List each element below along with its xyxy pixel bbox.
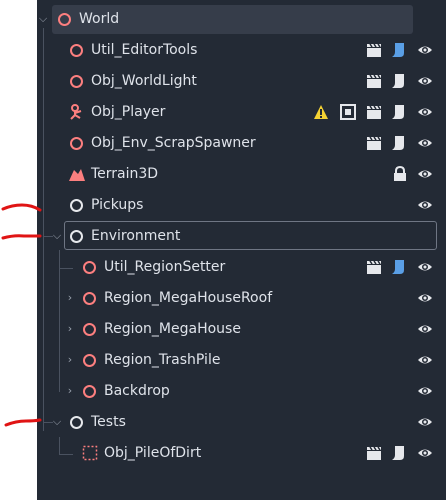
eye-icon[interactable] <box>417 197 433 213</box>
expand-arrow-icon[interactable]: ⌵ <box>37 13 49 25</box>
eye-icon[interactable] <box>417 42 433 58</box>
clapperboard-icon[interactable] <box>366 445 382 461</box>
node-icon <box>69 415 85 431</box>
node-label: Environment <box>91 228 181 244</box>
node-label: World <box>79 11 120 27</box>
tree-row-util-regionsetter[interactable]: Util_RegionSetter <box>37 253 446 281</box>
clapperboard-icon[interactable] <box>366 135 382 151</box>
scene-tree-panel: ⌵ World Util_EditorTools Obj_WorldLight <box>37 0 446 500</box>
node3d-icon <box>82 353 98 369</box>
collapse-arrow-icon[interactable]: › <box>64 292 76 304</box>
clapperboard-icon[interactable] <box>366 259 382 275</box>
dotted-box-icon <box>82 445 98 461</box>
eye-icon[interactable] <box>417 445 433 461</box>
eye-icon[interactable] <box>417 290 433 306</box>
eye-icon[interactable] <box>417 414 433 430</box>
eye-icon[interactable] <box>417 166 433 182</box>
expand-arrow-icon[interactable]: ⌵ <box>51 416 63 428</box>
eye-icon[interactable] <box>417 383 433 399</box>
tree-row-region-megahouse[interactable]: › Region_MegaHouse <box>37 315 446 343</box>
script-icon[interactable] <box>390 73 406 89</box>
node3d-icon <box>69 74 85 90</box>
tree-row-backdrop[interactable]: › Backdrop <box>37 377 446 405</box>
node-label: Obj_PileOfDirt <box>104 445 202 461</box>
node-label: Region_MegaHouse <box>104 321 241 337</box>
terrain-icon <box>68 166 85 182</box>
node-label: Util_RegionSetter <box>104 259 226 275</box>
script-icon[interactable] <box>390 135 406 151</box>
eye-icon[interactable] <box>417 259 433 275</box>
clapperboard-icon[interactable] <box>366 42 382 58</box>
annotation-mark-pickups <box>1 203 42 212</box>
eye-icon[interactable] <box>417 135 433 151</box>
node-label: Terrain3D <box>91 166 159 182</box>
node-label: Obj_Player <box>91 104 166 120</box>
eye-icon[interactable] <box>417 321 433 337</box>
tree-row-obj-pileofdirt[interactable]: Obj_PileOfDirt <box>37 439 446 467</box>
tree-row-world[interactable]: ⌵ World <box>37 5 446 33</box>
lock-icon[interactable] <box>392 165 408 182</box>
node3d-icon <box>82 322 98 338</box>
clapperboard-icon[interactable] <box>366 104 382 120</box>
tree-row-obj-env-scrapspawner[interactable]: Obj_Env_ScrapSpawner <box>37 129 446 157</box>
tree-row-region-trashpile[interactable]: › Region_TrashPile <box>37 346 446 374</box>
script-icon[interactable] <box>390 445 406 461</box>
node-label: Region_TrashPile <box>104 352 221 368</box>
node-label: Pickups <box>91 197 144 213</box>
eye-icon[interactable] <box>417 104 433 120</box>
collapse-arrow-icon[interactable]: › <box>64 385 76 397</box>
tree-row-obj-worldlight[interactable]: Obj_WorldLight <box>37 67 446 95</box>
clapperboard-icon[interactable] <box>366 73 382 89</box>
eye-icon[interactable] <box>417 73 433 89</box>
tree-row-tests[interactable]: ⌵ Tests <box>37 408 446 436</box>
eye-icon[interactable] <box>417 352 433 368</box>
annotation-mark-tests <box>4 418 42 427</box>
expand-arrow-icon[interactable]: ⌵ <box>51 230 63 242</box>
node-icon <box>69 198 85 214</box>
node-label: Util_EditorTools <box>91 42 198 58</box>
tree-row-util-editortools[interactable]: Util_EditorTools <box>37 36 446 64</box>
script-icon-blue[interactable] <box>390 42 406 58</box>
node3d-icon <box>69 43 85 59</box>
tree-row-pickups[interactable]: Pickups <box>37 191 446 219</box>
tree-row-terrain3d[interactable]: Terrain3D <box>37 160 446 188</box>
script-icon-blue[interactable] <box>390 259 406 275</box>
warning-icon[interactable] <box>313 104 329 120</box>
node-label: Region_MegaHouseRoof <box>104 290 273 306</box>
collapse-arrow-icon[interactable]: › <box>64 354 76 366</box>
node3d-icon <box>57 12 73 28</box>
node3d-icon <box>82 384 98 400</box>
collapse-arrow-icon[interactable]: › <box>64 323 76 335</box>
script-icon[interactable] <box>390 104 406 120</box>
tree-row-obj-player[interactable]: Obj_Player <box>37 98 446 126</box>
tree-row-region-megahouseroof[interactable]: › Region_MegaHouseRoof <box>37 284 446 312</box>
node-label: Tests <box>91 414 126 430</box>
node-label: Obj_WorldLight <box>91 73 197 89</box>
annotation-mark-environment <box>1 234 42 240</box>
node3d-icon <box>69 136 85 152</box>
node3d-icon <box>82 291 98 307</box>
node-label: Obj_Env_ScrapSpawner <box>91 135 256 151</box>
node-icon <box>69 229 85 245</box>
skeleton-icon <box>69 104 85 120</box>
node-label: Backdrop <box>104 383 170 399</box>
node3d-icon <box>82 260 98 276</box>
camera-icon[interactable] <box>340 104 356 120</box>
tree-row-environment[interactable]: ⌵ Environment <box>37 222 446 250</box>
